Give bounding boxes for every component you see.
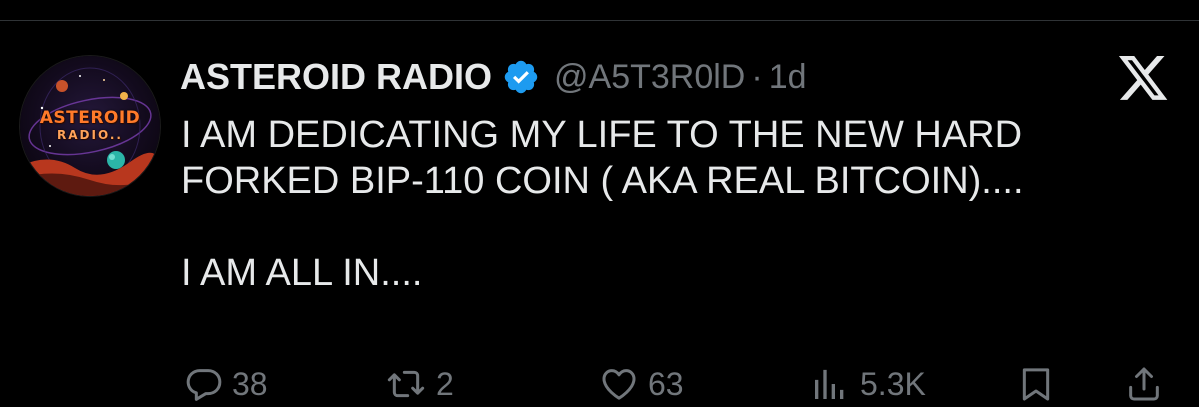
tweet-text-line: I AM DEDICATING MY LIFE TO THE NEW HARD	[181, 114, 1023, 156]
bookmark-button[interactable]	[1016, 364, 1056, 404]
like-count: 63	[648, 365, 684, 402]
view-count: 5.3K	[860, 365, 926, 402]
header-separator: ·	[751, 57, 763, 96]
tweet-text-line: I AM ALL IN....	[181, 252, 423, 294]
tweet-timestamp[interactable]: 1d	[769, 58, 807, 97]
bookmark-icon	[1022, 368, 1050, 401]
tweet-header: ASTEROID RADIO @A5T3R0lD · 1d	[180, 52, 807, 102]
avatar-text-line-2: RADIO..	[56, 128, 123, 142]
action-bar: 38 2 63 5.3K	[0, 360, 1199, 407]
views-button[interactable]: 5.3K	[808, 364, 926, 404]
x-logo-icon	[1118, 56, 1170, 102]
verified-badge-icon	[502, 58, 540, 96]
avatar-text-line-1: ASTEROID	[39, 108, 141, 128]
retweet-button[interactable]: 2	[384, 364, 454, 404]
retweet-icon	[387, 370, 425, 398]
heart-icon	[602, 369, 636, 400]
reply-count: 38	[232, 365, 268, 402]
reply-icon	[186, 369, 222, 401]
reply-button[interactable]: 38	[184, 364, 268, 404]
share-icon	[1129, 367, 1159, 401]
tweet-text-line: FORKED BIP-110 COIN ( AKA REAL BITCOIN).…	[181, 160, 1024, 202]
author-handle[interactable]: @A5T3R0lD	[554, 58, 745, 97]
avatar[interactable]: ASTEROID RADIO..	[20, 56, 160, 196]
like-button[interactable]: 63	[598, 364, 684, 404]
tweet-text: I AM DEDICATING MY LIFE TO THE NEW HARD …	[181, 112, 1161, 296]
views-icon	[815, 369, 844, 399]
author-name[interactable]: ASTEROID RADIO	[180, 56, 492, 98]
retweet-count: 2	[436, 365, 454, 402]
share-button[interactable]	[1124, 364, 1164, 404]
top-divider	[0, 20, 1199, 21]
